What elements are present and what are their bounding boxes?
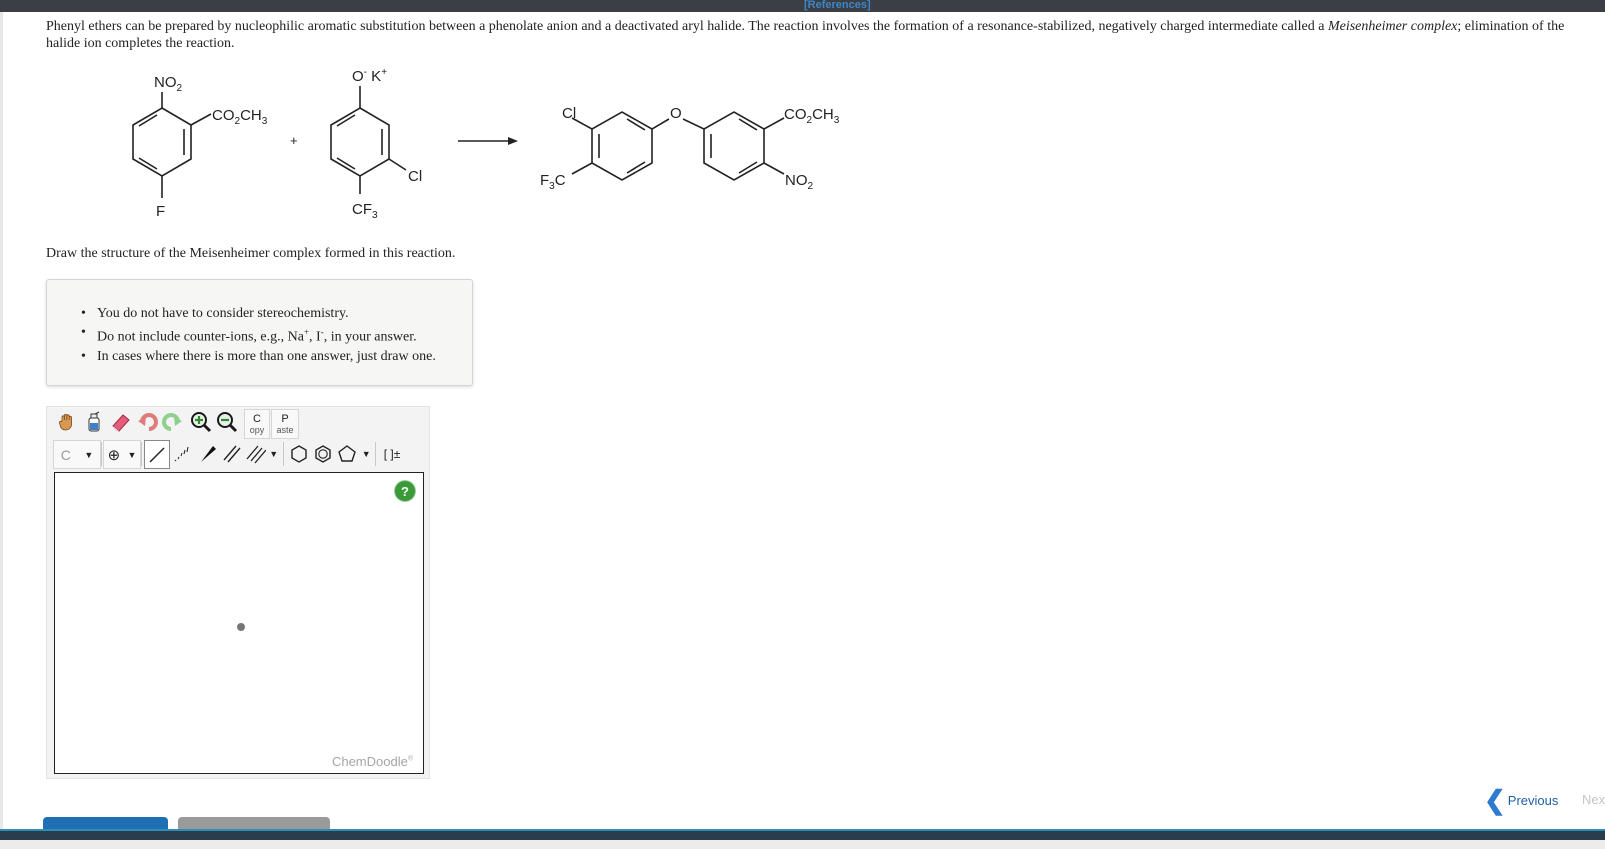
previous-button[interactable]: ❮ Previous (1484, 785, 1559, 815)
double-bond-tool[interactable] (220, 440, 244, 467)
drawing-canvas[interactable]: ? ChemDoodle® (54, 472, 424, 774)
chevron-down-icon: ▼ (84, 449, 94, 460)
pan-hand-icon[interactable] (55, 410, 79, 434)
plus-sign: + (290, 133, 298, 148)
r1-ester-label: CO2CH3 (212, 107, 268, 127)
eraser-icon[interactable] (109, 410, 133, 434)
zoom-out-icon[interactable] (215, 410, 239, 434)
secondary-button[interactable] (178, 817, 330, 829)
triple-bond-tool[interactable]: ▼ (244, 440, 280, 467)
zoom-in-icon[interactable] (189, 410, 213, 434)
cyclohexane-icon[interactable] (287, 440, 311, 467)
element-selector[interactable]: C ▼ (53, 440, 101, 469)
p-ester-label: CO2CH3 (784, 106, 840, 126)
chemdoodle-brand: ChemDoodle® (331, 754, 413, 769)
problem-intro: Phenyl ethers can be prepared by nucleop… (46, 18, 1586, 52)
r2-phenolate-label: O- K+ (352, 67, 387, 85)
bottom-footer (0, 840, 1605, 849)
question-text: Draw the structure of the Meisenheimer c… (46, 246, 456, 261)
copy-button[interactable]: C opy (244, 409, 270, 439)
charge-tool[interactable]: ⊕ ▼ (103, 440, 141, 469)
submit-button[interactable] (43, 817, 168, 829)
reaction-scheme: NO2 CO2CH3 F + O- K+ Cl CF3 Cl F3C O CO2… (132, 67, 840, 221)
bottom-bar (0, 829, 1605, 840)
help-icon[interactable]: ? (395, 481, 415, 501)
instructions-box: You do not have to consider stereochemis… (46, 279, 473, 386)
instruction-item: Do not include counter-ions, e.g., Na+, … (81, 323, 436, 347)
r2-chloro-label: Cl (408, 168, 422, 185)
top-bar (0, 0, 1605, 12)
left-border (0, 12, 3, 832)
redo-icon[interactable] (160, 410, 184, 434)
canvas-dot (237, 623, 245, 631)
meisenheimer-term: Meisenheimer complex (1327, 19, 1458, 34)
paste-button[interactable]: P aste (271, 409, 299, 439)
instruction-item: You do not have to consider stereochemis… (81, 304, 436, 323)
single-bond-tool[interactable] (144, 440, 170, 469)
chevron-left-icon: ❮ (1484, 785, 1506, 815)
r1-fluoro-label: F (156, 203, 165, 220)
clear-bottle-icon[interactable] (82, 410, 106, 434)
intro-text-1: Phenyl ethers can be prepared by nucleop… (46, 19, 1328, 34)
instruction-item: In cases where there is more than one an… (81, 347, 436, 366)
bracket-charge-tool[interactable]: [ ]± (378, 440, 406, 467)
r1-nitro-label: NO2 (154, 74, 183, 94)
p-cf3-label: F3C (540, 172, 566, 192)
chevron-down-icon: ▼ (127, 449, 137, 460)
cyclopentane-icon[interactable]: ▼ (335, 440, 373, 467)
hashed-bond-tool[interactable] (170, 440, 194, 467)
p-oxygen-label: O (670, 105, 682, 122)
benzene-icon[interactable] (311, 440, 335, 467)
undo-icon[interactable] (136, 410, 160, 434)
p-chloro-label: Cl (562, 105, 576, 122)
chemdoodle-editor: C opy P aste C ▼ ⊕ ▼ ▼ ▼ [ ]± ? ChemDood… (46, 406, 430, 779)
wedge-bond-tool[interactable] (196, 440, 220, 467)
references-link[interactable]: [References] (804, 0, 871, 11)
p-nitro-label: NO2 (785, 172, 814, 192)
previous-label: Previous (1507, 792, 1559, 808)
chevron-down-icon: ▼ (269, 448, 279, 459)
r2-cf3-label: CF3 (352, 201, 378, 221)
chevron-down-icon: ▼ (361, 448, 371, 459)
next-button[interactable]: Next (1582, 792, 1605, 807)
instructions-list: You do not have to consider stereochemis… (81, 304, 436, 366)
